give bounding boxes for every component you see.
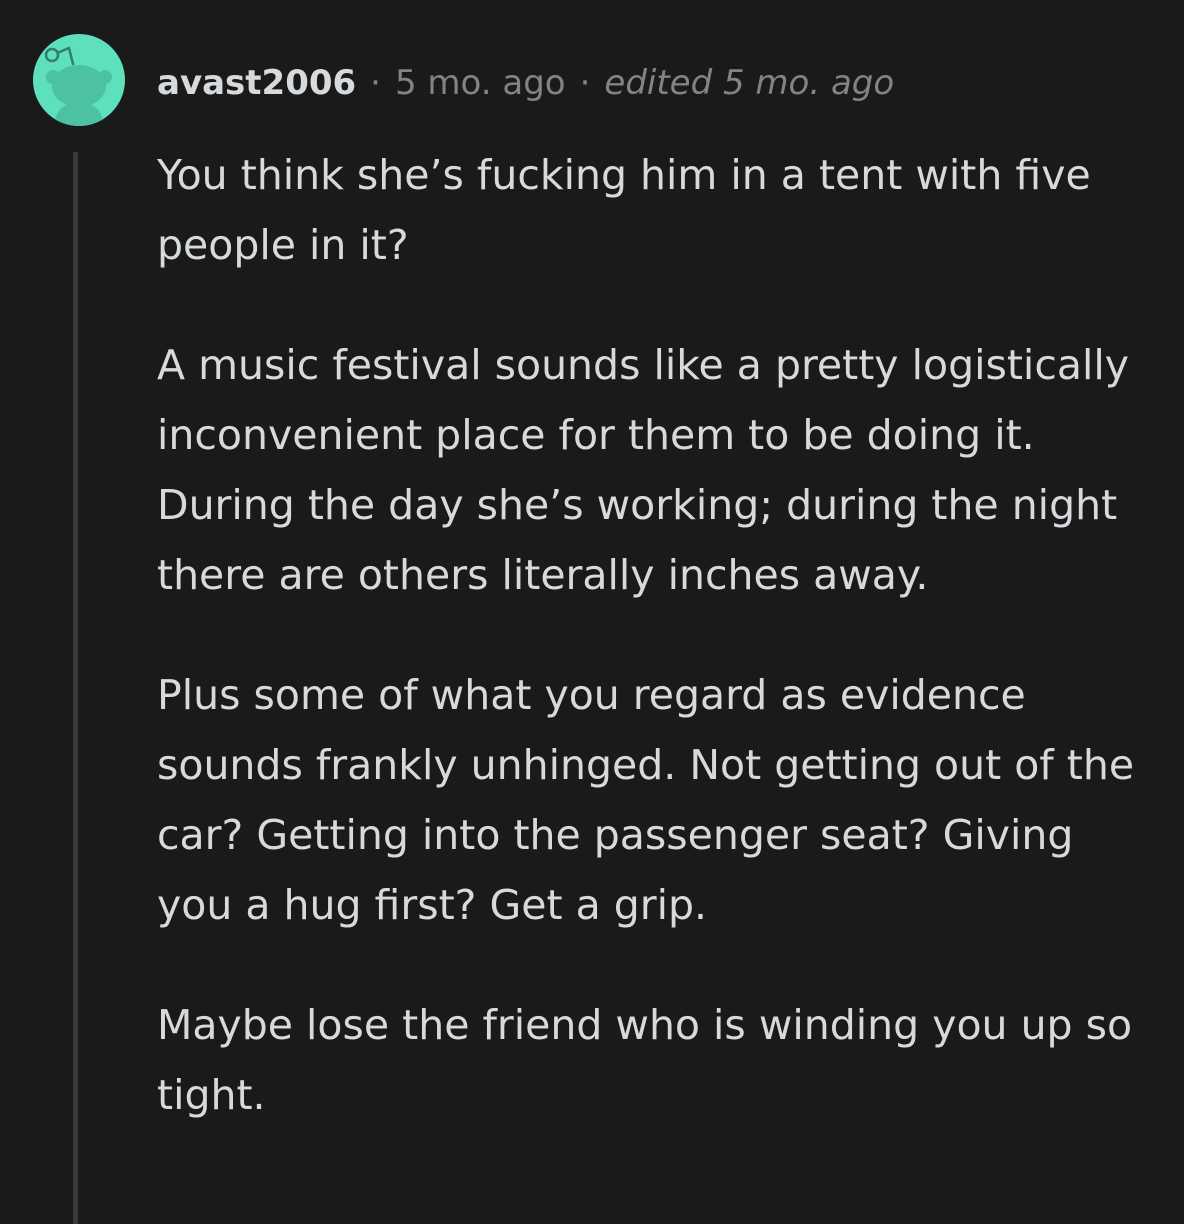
avatar[interactable]: [33, 34, 125, 126]
snoo-avatar-icon: [44, 46, 112, 126]
separator-dot: ·: [370, 63, 381, 103]
comment: avast2006 · 5 mo. ago · edited 5 mo. ago…: [0, 0, 1184, 1224]
thread-line[interactable]: [73, 152, 78, 1224]
username-link[interactable]: avast2006: [157, 63, 356, 103]
timestamp-link[interactable]: 5 mo. ago: [395, 63, 566, 103]
comment-paragraph: Maybe lose the friend who is winding you…: [157, 1001, 1133, 1119]
comment-paragraph: A music festival sounds like a pretty lo…: [157, 341, 1130, 599]
edited-label: edited 5 mo. ago: [604, 63, 895, 103]
comment-body: You think she’s fucking him in a tent wi…: [157, 140, 1147, 1180]
comment-paragraph: You think she’s fucking him in a tent wi…: [157, 151, 1091, 269]
comment-paragraph: Plus some of what you regard as evidence…: [157, 671, 1135, 929]
comment-header: avast2006 · 5 mo. ago · edited 5 mo. ago: [157, 58, 894, 108]
separator-dot: ·: [579, 63, 591, 103]
